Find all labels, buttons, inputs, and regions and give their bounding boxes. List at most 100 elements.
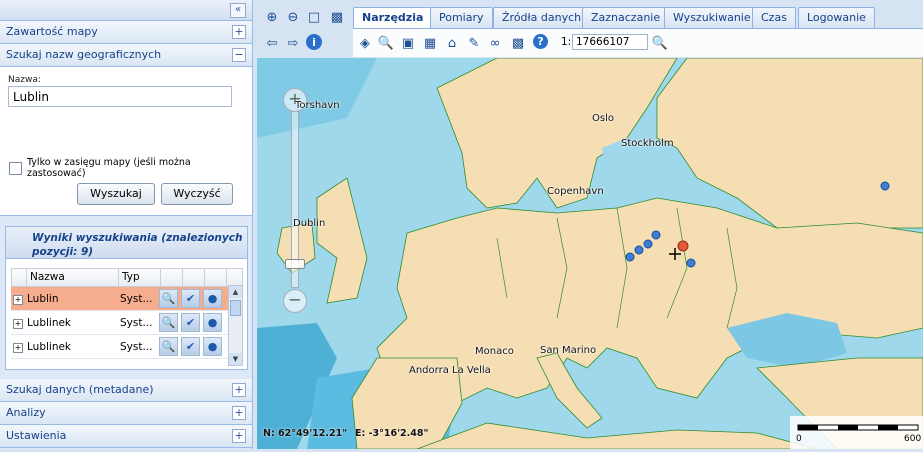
tab-narzedzia[interactable]: Narzędzia [353, 7, 433, 29]
column-header-type[interactable]: Typ [119, 269, 161, 286]
map-toolbar: ⊕ ⊖ □ ▩ ⇦ ⇨ i Narzędzia Pomiary Źródła d… [253, 0, 923, 58]
expand-row-icon[interactable]: + [13, 318, 23, 329]
clear-button[interactable]: Wyczyść [161, 183, 233, 205]
place-label: San Marino [540, 345, 597, 356]
edit-pencil-icon[interactable]: ✎ [465, 34, 483, 52]
expand-icon[interactable]: + [232, 25, 246, 39]
table-icon[interactable]: ▦ [421, 34, 439, 52]
result-name: Lublinek [27, 340, 72, 353]
result-type: Syst... [120, 292, 153, 305]
select-check-icon[interactable]: ✔ [181, 289, 200, 308]
longitude-readout: E: -3°16'2.48" [355, 428, 429, 439]
result-type: Syst... [120, 340, 153, 353]
result-name: Lublin [27, 292, 59, 305]
tab-wyszukiwanie[interactable]: Wyszukiwanie [664, 7, 760, 28]
scroll-down-icon[interactable]: ▼ [229, 353, 242, 365]
section-data-search[interactable]: Szukaj danych (metadane) + [0, 379, 252, 402]
map-scale-bar: 0 600 [790, 416, 923, 449]
collapse-panel-icon[interactable]: « [230, 3, 246, 18]
info-icon[interactable]: i [306, 34, 322, 50]
panel-header: « [0, 0, 252, 21]
wms-icon[interactable]: ▩ [509, 34, 527, 52]
zoom-to-icon[interactable]: 🔍 [159, 289, 178, 308]
layers-icon[interactable]: ◈ [356, 34, 374, 52]
place-label: Stockholm [621, 138, 674, 149]
select-check-icon[interactable]: ✔ [181, 313, 200, 332]
map-canvas [257, 58, 923, 449]
scale-bar-start: 0 [796, 434, 802, 444]
result-name: Lublinek [27, 316, 72, 329]
result-type: Syst... [120, 316, 153, 329]
place-label: Andorra La Vella [409, 365, 491, 376]
place-label: Copenhavn [547, 186, 604, 197]
expand-row-icon[interactable]: + [13, 342, 23, 353]
section-analysis[interactable]: Analizy + [0, 402, 252, 425]
place-label: Monaco [475, 346, 514, 357]
results-scrollbar[interactable]: ▲ ▼ [228, 285, 243, 366]
expand-icon[interactable]: + [232, 429, 246, 443]
expand-icon[interactable]: + [232, 406, 246, 420]
place-label: Dublin [293, 218, 326, 229]
search-icon[interactable]: 🔍 [377, 34, 395, 52]
extent-checkbox-row[interactable]: Tylko w zasięgu mapy (jeśli można zastos… [9, 157, 252, 179]
table-row[interactable]: + Lublinek Syst... 🔍 ✔ ● [11, 311, 243, 335]
extent-checkbox[interactable] [9, 161, 22, 175]
expand-row-icon[interactable]: + [13, 294, 23, 305]
name-input[interactable] [8, 86, 232, 107]
geo-search-form: Nazwa: Tylko w zasięgu mapy (jeśli można… [0, 67, 252, 216]
back-arrow-icon[interactable]: ⇦ [263, 34, 281, 52]
expander-column-header [12, 269, 27, 286]
zoom-box-icon[interactable]: □ [305, 8, 323, 26]
section-label: Szukaj danych (metadane) [6, 383, 154, 396]
link-icon[interactable]: ∞ [486, 34, 504, 52]
info-bubble-icon[interactable]: ● [203, 313, 222, 332]
place-label: Torshavn [295, 100, 340, 111]
extent-checkbox-label: Tylko w zasięgu mapy (jeśli można zastos… [26, 157, 191, 179]
scroll-thumb[interactable] [230, 300, 241, 316]
select-check-icon[interactable]: ✔ [181, 337, 200, 356]
save-icon[interactable]: ▣ [399, 34, 417, 52]
zoom-out-icon[interactable]: ⊖ [284, 8, 302, 26]
section-label: Analizy [6, 406, 46, 419]
tab-pomiary[interactable]: Pomiary [430, 7, 493, 28]
map-zoom-out-icon[interactable]: − [283, 289, 307, 313]
scale-bar-end: 600 [904, 434, 922, 444]
scale-input[interactable] [572, 34, 648, 50]
collapse-icon[interactable]: − [232, 48, 246, 62]
zoom-slider-thumb[interactable] [285, 259, 305, 269]
home-icon[interactable]: ⌂ [443, 34, 461, 52]
info-bubble-icon[interactable]: ● [203, 289, 222, 308]
section-label: Ustawienia [6, 429, 67, 442]
search-button[interactable]: Wyszukaj [77, 183, 155, 205]
help-icon[interactable]: ? [533, 34, 548, 49]
info-bubble-icon[interactable]: ● [203, 337, 222, 356]
zoom-in-icon[interactable]: ⊕ [263, 8, 281, 26]
section-label: Szukaj nazw geograficznych [6, 48, 162, 61]
place-label: Oslo [592, 113, 614, 124]
results-grid: Nazwa Typ + Lublin Syst... 🔍 ✔ ● + Lubli… [11, 268, 243, 359]
table-row[interactable]: + Lublinek Syst... 🔍 ✔ ● [11, 335, 243, 359]
zoom-to-icon[interactable]: 🔍 [159, 337, 178, 356]
map-view[interactable]: + − Torshavn Stockholm Oslo Copenhavn Du… [257, 58, 923, 449]
tab-zrodla-danych[interactable]: Źródła danych [493, 7, 591, 28]
zoom-to-scale-icon[interactable]: 🔍 [651, 34, 669, 52]
expand-icon[interactable]: + [232, 383, 246, 397]
table-row[interactable]: + Lublin Syst... 🔍 ✔ ● [11, 287, 243, 311]
tab-czas[interactable]: Czas [752, 7, 796, 28]
section-map-content[interactable]: Zawartość mapy + [0, 21, 252, 44]
tab-zaznaczanie[interactable]: Zaznaczanie [582, 7, 670, 28]
scale-prefix: 1: [561, 36, 572, 48]
scale-bar-graphic [797, 424, 919, 431]
section-geo-search[interactable]: Szukaj nazw geograficznych − [0, 44, 252, 67]
name-label: Nazwa: [8, 75, 41, 85]
section-label: Zawartość mapy [6, 25, 98, 38]
scroll-up-icon[interactable]: ▲ [229, 286, 242, 298]
grid-header: Nazwa Typ [11, 268, 243, 287]
forward-arrow-icon[interactable]: ⇨ [284, 34, 302, 52]
full-extent-icon[interactable]: ▩ [328, 8, 346, 26]
column-header-name[interactable]: Nazwa [27, 269, 119, 286]
section-settings[interactable]: Ustawienia + [0, 425, 252, 448]
tab-logowanie[interactable]: Logowanie [798, 7, 875, 28]
zoom-to-icon[interactable]: 🔍 [159, 313, 178, 332]
results-title: Wyniki wyszukiwania (znalezionych pozycj… [6, 227, 247, 259]
